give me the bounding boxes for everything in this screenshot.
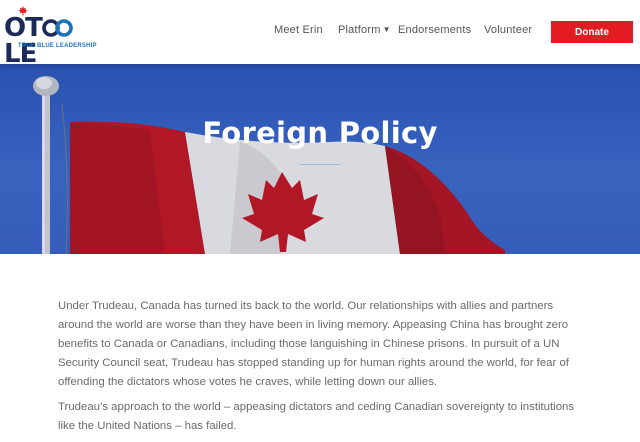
logo-wordmark: OT LE — [4, 15, 100, 67]
hero-banner: Foreign Policy — [0, 64, 640, 254]
nav-item-endorsements[interactable]: Endorsements — [398, 24, 471, 36]
paragraph-summary: Trudeau’s approach to the world – appeas… — [58, 401, 575, 432]
nav-item-platform[interactable]: Platform ▼ — [338, 24, 391, 36]
page-title: Foreign Policy — [202, 116, 438, 150]
hero-overlay — [0, 64, 640, 254]
paragraph-intro: Under Trudeau, Canada has turned its bac… — [58, 300, 569, 388]
article-body: Under Trudeau, Canada has turned its bac… — [58, 297, 588, 442]
site-header: OT LE TRUE BLUE LEADERSHIP Meet Erin Pla… — [0, 0, 640, 67]
chevron-down-icon[interactable]: ▼ — [383, 25, 391, 34]
donate-button[interactable]: Donate — [551, 21, 633, 43]
logo-tagline: TRUE BLUE LEADERSHIP — [18, 43, 97, 49]
title-underline — [300, 164, 340, 165]
nav-item-volunteer[interactable]: Volunteer — [484, 24, 532, 36]
nav-item-meet-erin[interactable]: Meet Erin — [274, 24, 323, 36]
site-logo[interactable]: OT LE TRUE BLUE LEADERSHIP — [4, 6, 100, 67]
logo-infinity-mark — [42, 15, 74, 41]
nav-item-platform-label: Platform — [338, 24, 381, 36]
